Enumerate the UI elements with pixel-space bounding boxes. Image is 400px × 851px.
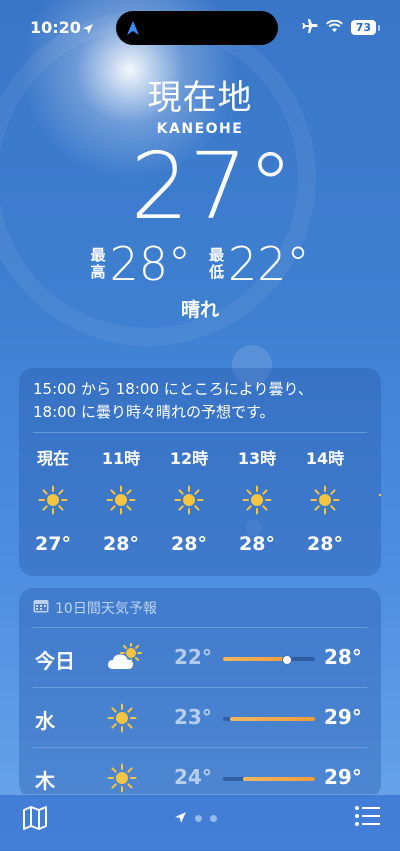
partly-cloudy-icon [107,642,145,677]
daily-forecast-card[interactable]: 10日間天気予報 今日 22° 28° 水 23° 29° 木 24° 29° [19,588,381,798]
page-dot [210,815,217,822]
hour-item: 12時 28° [167,445,211,555]
current-temp-marker [281,655,292,665]
condition: 晴れ [180,299,219,321]
hour-item: 11時 28° [99,445,143,555]
current-location-page-icon [174,809,187,828]
hour-item: 1 2 [371,445,381,550]
hour-label: 現在 [36,449,69,468]
low-temp-group: 最 低 22° [209,237,310,291]
day-low: 22° [174,645,212,669]
sun-icon [31,485,75,515]
high-label-top: 最 [90,246,106,264]
sun-icon [107,703,137,737]
sun-icon [99,485,143,515]
location-title: 現在地 [147,78,253,118]
page-dot [195,815,202,822]
current-weather: 現在地 KANEOHE 27° 最 高 28° 最 低 22° 晴れ [0,70,400,322]
calendar-icon [33,599,49,617]
list-icon [354,806,380,831]
high-temp-group: 最 高 28° [90,237,191,291]
low-temp: 22° [228,237,310,291]
day-high: 29° [324,765,362,789]
hour-label: 12時 [169,449,209,468]
day-name: 木 [35,769,55,793]
battery-indicator: 73 [350,20,381,35]
daily-header: 10日間天気予報 [19,588,381,618]
hour-item: 現在 27° [31,445,75,555]
temp-range-bar [223,655,315,665]
hour-temp: 27° [35,533,71,555]
day-high: 28° [324,645,362,669]
dynamic-island [116,11,278,45]
high-label: 最 高 [90,247,105,281]
status-bar: 10:20 73 [0,0,400,54]
high-label-bottom: 高 [90,263,106,281]
page-indicator[interactable] [174,809,217,828]
temp-range-fill [230,717,315,721]
hour-temp: 2 [371,528,381,550]
wifi-icon [325,18,343,37]
day-row[interactable]: 木 24° 29° [19,755,381,798]
temp-range-fill [223,657,290,661]
hour-temp: 28° [171,533,207,555]
high-temp: 28° [109,237,191,291]
day-low: 23° [174,705,212,729]
map-icon [22,806,48,835]
temp-range-bar [223,717,315,721]
hour-label: 11時 [101,449,141,468]
hour-label: 13時 [237,449,277,468]
row-divider [33,687,367,688]
day-name: 水 [35,709,55,733]
forecast-summary: 15:00 から 18:00 にところにより曇り、 18:00 に曇り時々晴れの… [19,368,381,424]
status-time: 10:20 [30,18,81,37]
day-row[interactable]: 今日 22° 28° [19,635,381,683]
row-divider [33,747,367,748]
hour-temp: 28° [239,533,275,555]
low-label-bottom: 低 [209,263,225,281]
day-low: 24° [174,765,212,789]
map-button[interactable] [22,805,48,835]
low-label-top: 最 [209,246,225,264]
sun-icon [235,485,279,515]
airplane-icon [302,18,318,37]
sun-icon [167,485,211,515]
temp-range-fill [243,777,315,781]
low-label: 最 低 [209,247,224,281]
summary-line-2: 18:00 に曇り時々晴れの予想です。 [33,403,275,421]
row-divider [33,627,367,628]
summary-line-1: 15:00 から 18:00 にところにより曇り、 [33,380,313,398]
hour-label: 14時 [305,449,345,468]
bottom-toolbar [0,794,400,851]
day-row[interactable]: 水 23° 29° [19,695,381,743]
day-high: 29° [324,705,362,729]
current-temperature: 27° [130,133,294,240]
hour-item: 13時 28° [235,445,279,555]
hour-label: 1 [371,445,381,464]
hour-temp: 28° [103,533,139,555]
hour-temp: 28° [307,533,343,555]
list-button[interactable] [354,805,380,831]
high-low: 最 高 28° 最 低 22° [0,237,400,291]
hourly-scroller[interactable]: 現在 27°11時 28°12時 28°13時 28°14時 28°1 2 [19,433,381,573]
sun-icon [371,480,381,510]
hourly-forecast-card[interactable]: 15:00 から 18:00 にところにより曇り、 18:00 に曇り時々晴れの… [19,368,381,576]
temp-range-bar [223,777,315,781]
hour-item: 14時 28° [303,445,347,555]
sun-icon [107,763,137,797]
navigation-arrow-icon [126,20,140,40]
location-arrow-icon [82,20,94,39]
sun-icon [303,485,347,515]
day-name: 今日 [35,649,75,673]
daily-title: 10日間天気予報 [55,601,157,617]
